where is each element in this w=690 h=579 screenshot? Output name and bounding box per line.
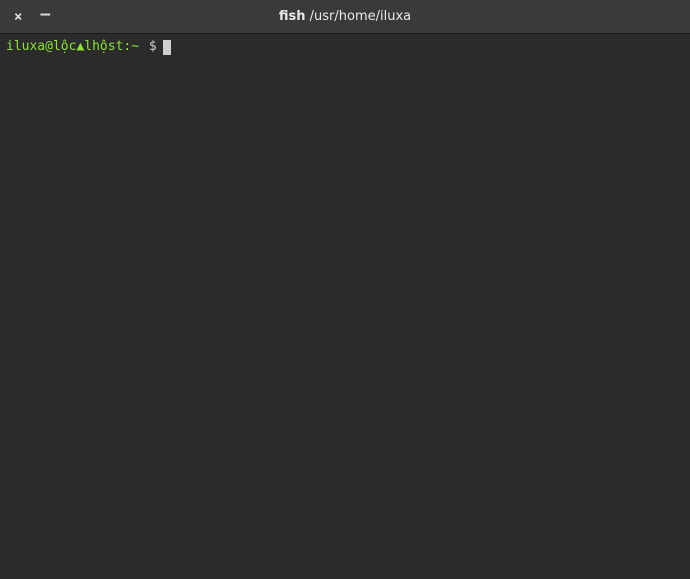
- terminal-area[interactable]: iluxa@lộc▲lhộst:~ $: [0, 34, 690, 579]
- terminal-cursor: [163, 40, 171, 55]
- prompt-symbol: $: [141, 38, 157, 56]
- window-titlebar: × – fish /usr/home/iluxa: [0, 0, 690, 34]
- window-controls: × –: [0, 10, 50, 24]
- title-app-name: fish: [279, 9, 306, 24]
- minimize-icon[interactable]: –: [40, 6, 50, 22]
- title-path: /usr/home/iluxa: [310, 9, 411, 24]
- close-icon[interactable]: ×: [14, 10, 22, 24]
- prompt-line: iluxa@lộc▲lhộst:~ $: [6, 38, 684, 56]
- prompt-user-host: iluxa@lộc▲lhộst:~: [6, 38, 139, 56]
- window-title: fish /usr/home/iluxa: [279, 9, 411, 24]
